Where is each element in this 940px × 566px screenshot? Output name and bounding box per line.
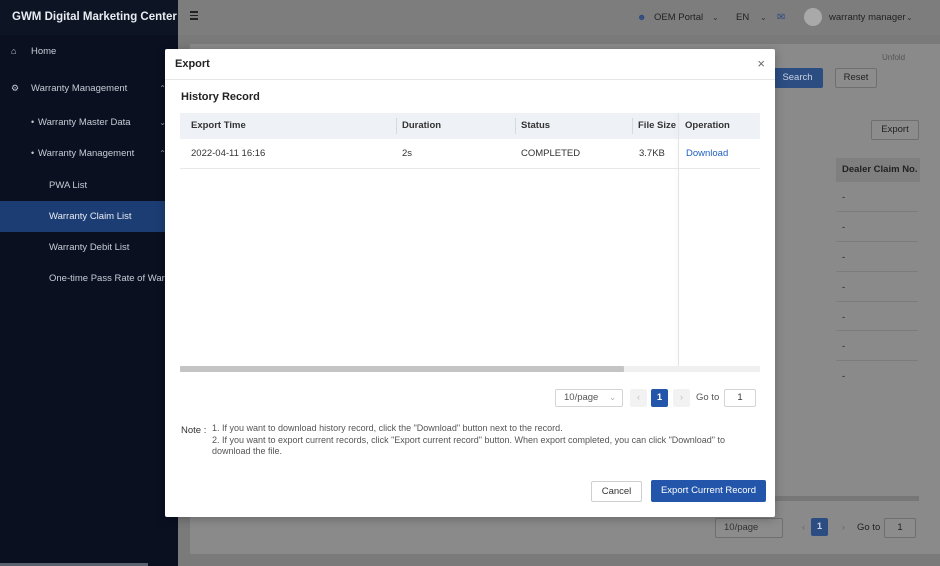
prev-page-icon[interactable]: ‹	[795, 518, 812, 536]
column-header-dealer-claim-no: Dealer Claim No.	[842, 164, 918, 175]
current-page[interactable]: 1	[651, 389, 668, 407]
sidebar-item-warranty-management-sub[interactable]: • Warranty Management ⌃	[0, 138, 178, 169]
scrollbar-thumb[interactable]	[180, 366, 624, 372]
portal-switcher[interactable]: OEM Portal	[654, 0, 703, 35]
prev-page-icon[interactable]: ‹	[630, 389, 647, 407]
sidebar-item-label: PWA List	[49, 180, 88, 191]
close-icon[interactable]: ×	[757, 49, 765, 79]
fixed-column-divider	[678, 113, 679, 367]
cell-duration: 2s	[402, 148, 413, 159]
column-header-duration: Duration	[402, 120, 442, 131]
cell-status: COMPLETED	[521, 148, 581, 159]
row-divider	[836, 360, 918, 361]
export-dialog: Export × History Record Export Time Dura…	[165, 49, 775, 517]
row-divider	[836, 301, 918, 302]
page-size-select[interactable]: 10/page	[715, 518, 783, 538]
table-cell: -	[842, 282, 846, 293]
home-icon: ⌂	[11, 46, 17, 56]
menu-toggle-icon[interactable]	[190, 11, 198, 22]
table-horizontal-scrollbar[interactable]	[180, 366, 760, 372]
gear-icon: ⚙	[11, 83, 20, 93]
export-current-record-button[interactable]: Export Current Record	[651, 480, 766, 502]
row-divider	[836, 271, 918, 272]
column-header-operation: Operation	[685, 120, 730, 131]
note-line-2: 2. If you want to export current records…	[212, 434, 726, 457]
cell-export-time: 2022-04-11 16:16	[191, 148, 266, 159]
table-row: 2022-04-11 16:16 2s COMPLETED 3.7KB Down…	[180, 139, 760, 169]
language-switcher[interactable]: EN	[736, 0, 749, 35]
sidebar-item-label: Warranty Master Data	[38, 117, 131, 128]
sidebar-item-label: Warranty Debit List	[49, 242, 130, 253]
chevron-down-icon: ⌄	[609, 393, 616, 402]
sidebar-item-warranty-management[interactable]: ⚙ Warranty Management ⌃	[0, 73, 178, 104]
table-cell: -	[842, 341, 846, 352]
sidebar-item-warranty-claim-list[interactable]: Warranty Claim List	[0, 201, 178, 232]
next-page-icon[interactable]: ›	[673, 389, 690, 407]
user-icon: ☻	[637, 12, 647, 22]
chevron-down-icon: ⌄	[906, 13, 913, 22]
user-menu[interactable]: warranty manager	[829, 0, 906, 35]
sidebar-item-warranty-debit-list[interactable]: Warranty Debit List	[0, 232, 178, 263]
chevron-down-icon: ⌄	[712, 13, 719, 22]
column-separator[interactable]	[632, 118, 633, 134]
unfold-toggle[interactable]: Unfold	[882, 53, 905, 62]
column-separator[interactable]	[396, 118, 397, 134]
column-header-status: Status	[521, 120, 551, 131]
note-text: 1. If you want to download history recor…	[212, 423, 752, 458]
table-scrollbar[interactable]	[775, 496, 919, 501]
next-page-icon[interactable]: ›	[835, 518, 852, 536]
note-line-1: 1. If you want to download history recor…	[212, 423, 563, 433]
goto-input[interactable]: 1	[724, 389, 756, 407]
search-button[interactable]: Search	[772, 68, 823, 88]
bullet-icon: •	[31, 148, 35, 158]
note-label: Note :	[181, 425, 207, 436]
sidebar-item-one-time-pass-rate[interactable]: One-time Pass Rate of Warr	[0, 263, 178, 294]
table-cell: -	[842, 312, 846, 323]
sidebar-item-label: One-time Pass Rate of Warr	[49, 273, 168, 284]
history-record-table: Export Time Duration Status File Size Op…	[180, 113, 760, 367]
page-size-select[interactable]: 10/page ⌄	[555, 389, 623, 407]
avatar[interactable]	[804, 8, 822, 26]
sidebar-item-label: Warranty Claim List	[49, 211, 132, 222]
dialog-title: Export	[165, 49, 775, 80]
sidebar: GWM Digital Marketing Center ⌂ Home ⚙ Wa…	[0, 0, 178, 566]
reset-button[interactable]: Reset	[835, 68, 877, 88]
cell-file-size: 3.7KB	[639, 148, 665, 159]
table-cell: -	[842, 222, 846, 233]
table-cell: -	[842, 252, 846, 263]
table-cell: -	[842, 192, 846, 203]
chevron-down-icon: ⌄	[760, 13, 767, 22]
sidebar-item-home[interactable]: ⌂ Home	[0, 36, 178, 67]
column-header-file-size: File Size	[638, 120, 677, 131]
table-header: Export Time Duration Status File Size Op…	[180, 113, 760, 139]
page-number[interactable]: 1	[811, 518, 828, 536]
sidebar-item-label: Warranty Management	[38, 148, 135, 159]
goto-input[interactable]: 1	[884, 518, 916, 538]
section-title: History Record	[181, 91, 260, 103]
cancel-button[interactable]: Cancel	[591, 481, 642, 502]
row-divider	[836, 241, 918, 242]
topbar	[178, 0, 940, 35]
bullet-icon: •	[31, 117, 35, 127]
brand-title: GWM Digital Marketing Center	[0, 0, 178, 35]
goto-label: Go to	[696, 392, 720, 403]
sidebar-item-label: Home	[31, 46, 57, 57]
mail-icon[interactable]: ✉	[777, 0, 785, 35]
column-separator[interactable]	[515, 118, 516, 134]
download-link[interactable]: Download	[686, 139, 728, 169]
table-cell: -	[842, 371, 846, 382]
sidebar-item-pwa-list[interactable]: PWA List	[0, 170, 178, 201]
row-divider	[836, 211, 918, 212]
column-header-export-time: Export Time	[191, 120, 246, 131]
page-size-value: 10/page	[564, 392, 599, 403]
sidebar-item-warranty-master-data[interactable]: • Warranty Master Data ⌄	[0, 107, 178, 138]
row-divider	[836, 330, 918, 331]
goto-label: Go to	[857, 522, 881, 533]
sidebar-item-label: Warranty Management	[31, 83, 128, 94]
export-button[interactable]: Export	[871, 120, 919, 140]
